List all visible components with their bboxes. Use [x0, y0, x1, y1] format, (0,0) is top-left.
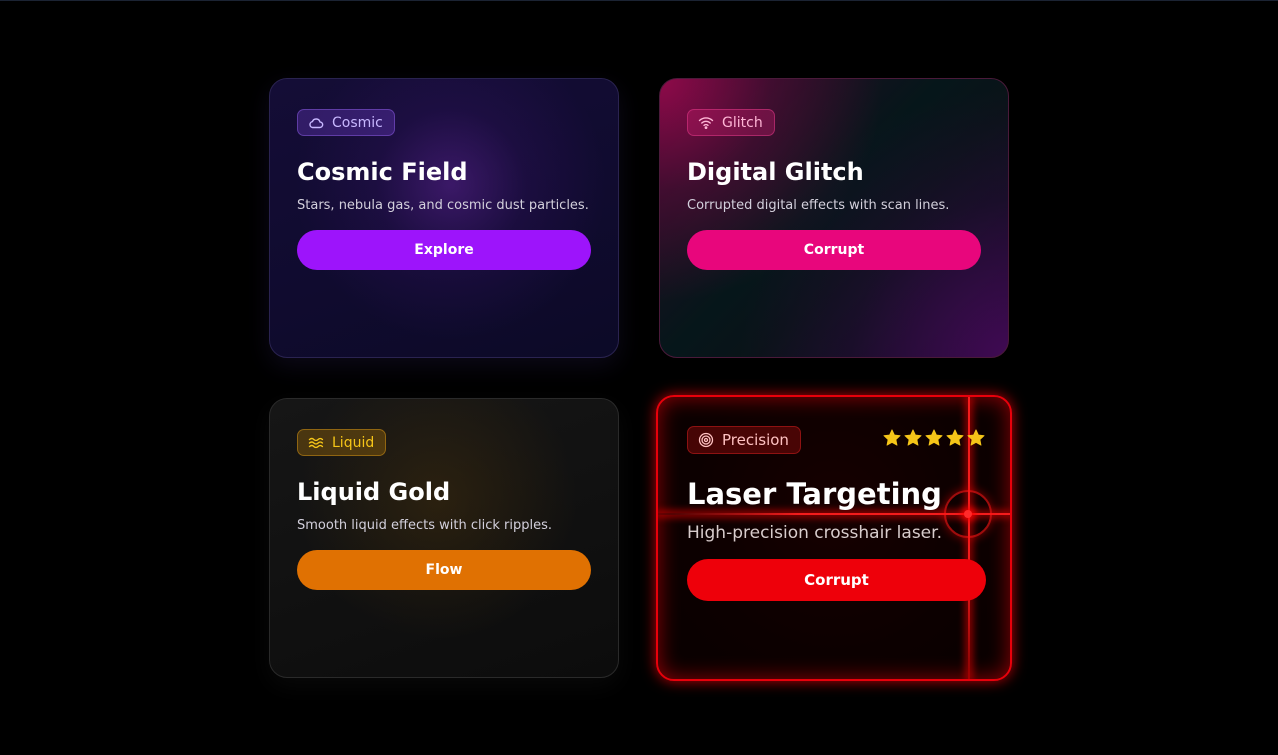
star-icon	[883, 429, 901, 446]
liquid-badge: Liquid	[297, 429, 387, 456]
corrupt-button[interactable]: Corrupt	[687, 230, 981, 270]
star-icon	[946, 429, 964, 446]
cosmic-card-content: Cosmic Cosmic Field Stars, nebula gas, a…	[297, 109, 591, 270]
liquid-card: Liquid Liquid Gold Smooth liquid effects…	[269, 398, 619, 678]
cosmic-card: Cosmic Cosmic Field Stars, nebula gas, a…	[269, 78, 619, 358]
laser-card-title: Laser Targeting	[687, 477, 942, 511]
liquid-card-content: Liquid Liquid Gold Smooth liquid effects…	[297, 429, 591, 590]
precision-badge-label: Precision	[722, 431, 789, 449]
liquid-card-description: Smooth liquid effects with click ripples…	[297, 518, 552, 533]
laser-card-description: High-precision crosshair laser.	[687, 523, 942, 543]
laser-card-content: Precision Laser Targeting High-precision…	[687, 426, 986, 601]
star-icon	[967, 429, 985, 446]
cosmic-card-title: Cosmic Field	[297, 158, 468, 186]
star-icon	[904, 429, 922, 446]
glitch-card: Glitch Digital Glitch Corrupted digital …	[659, 78, 1009, 358]
glitch-card-description: Corrupted digital effects with scan line…	[687, 198, 950, 213]
flow-button[interactable]: Flow	[297, 550, 591, 590]
glitch-badge: Glitch	[687, 109, 775, 136]
target-icon	[698, 432, 714, 448]
laser-corrupt-button[interactable]: Corrupt	[687, 559, 986, 601]
cloud-icon	[309, 117, 324, 128]
star-rating	[882, 428, 986, 448]
wifi-icon	[698, 117, 714, 129]
liquid-card-title: Liquid Gold	[297, 478, 451, 506]
glitch-card-title: Digital Glitch	[687, 158, 864, 186]
star-icon	[925, 429, 943, 446]
cosmic-badge-label: Cosmic	[332, 114, 383, 131]
cosmic-card-description: Stars, nebula gas, and cosmic dust parti…	[297, 198, 589, 213]
glitch-badge-label: Glitch	[722, 114, 763, 131]
waves-icon	[308, 437, 324, 448]
laser-card: Precision Laser Targeting High-precision…	[656, 395, 1012, 681]
explore-button[interactable]: Explore	[297, 230, 591, 270]
liquid-badge-label: Liquid	[332, 434, 375, 451]
precision-badge: Precision	[687, 426, 801, 454]
cosmic-badge: Cosmic	[297, 109, 395, 136]
glitch-card-content: Glitch Digital Glitch Corrupted digital …	[687, 109, 981, 270]
top-divider	[0, 0, 1278, 1]
